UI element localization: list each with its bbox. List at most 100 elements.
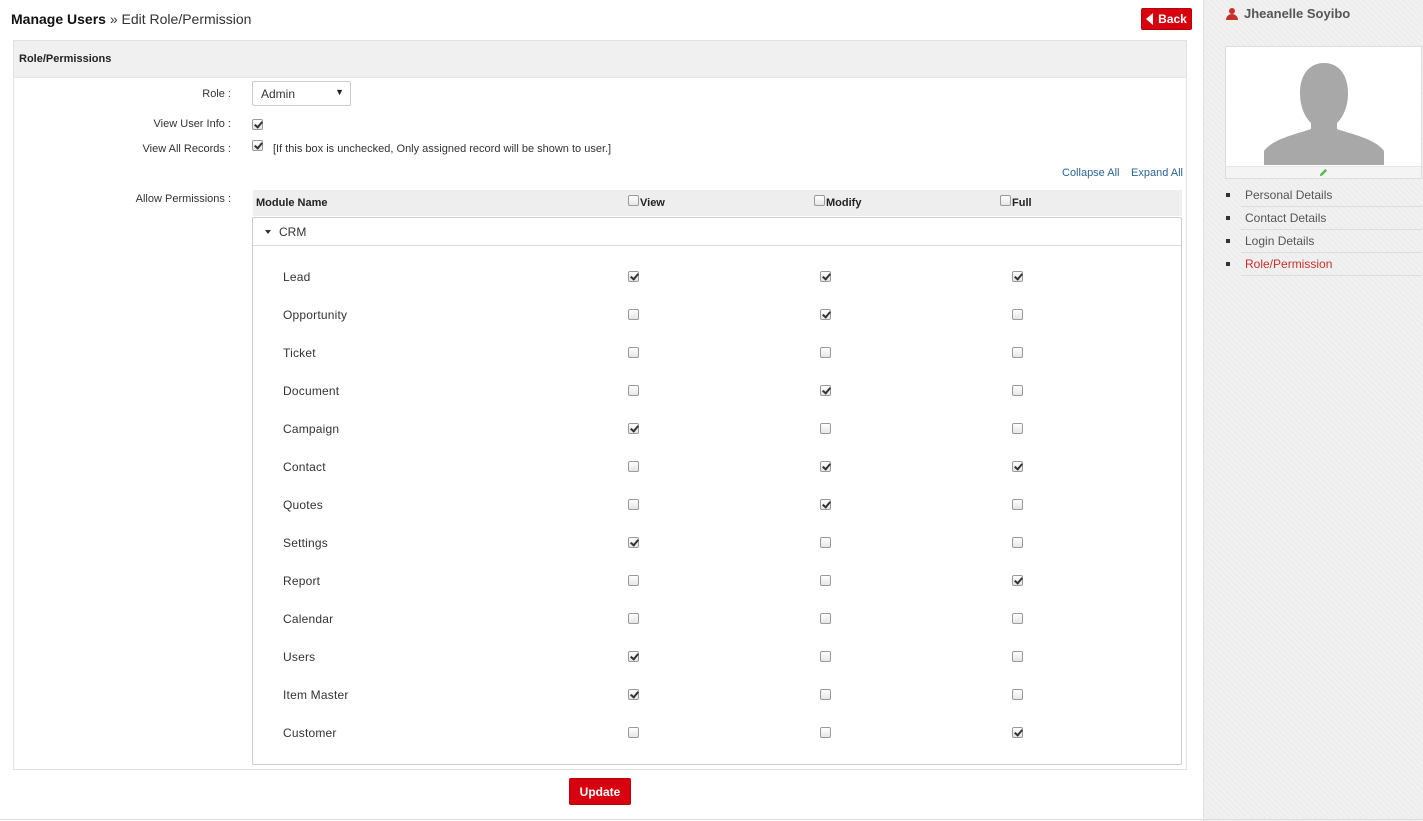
module-name: Lead	[283, 270, 311, 284]
view-user-info-label: View User Info :	[153, 118, 231, 130]
full-checkbox[interactable]	[1012, 499, 1023, 510]
module-name: Opportunity	[283, 308, 348, 322]
module-name: Settings	[283, 536, 328, 550]
full-checkbox[interactable]	[1012, 461, 1023, 472]
table-row: Ticket	[253, 334, 1181, 372]
table-row: Document	[253, 372, 1181, 410]
table-row: Item Master	[253, 676, 1181, 714]
table-row: Contact	[253, 448, 1181, 486]
view-header-label: View	[640, 197, 665, 209]
avatar	[1225, 46, 1422, 179]
crm-group-toggle[interactable]: CRM	[253, 218, 1181, 246]
view-checkbox[interactable]	[628, 423, 639, 434]
view-checkbox[interactable]	[628, 385, 639, 396]
full-checkbox[interactable]	[1012, 651, 1023, 662]
table-row: Users	[253, 638, 1181, 676]
module-name: Customer	[283, 726, 337, 740]
module-name: Report	[283, 574, 321, 588]
view-all-records-label: View All Records :	[142, 143, 231, 155]
modify-checkbox[interactable]	[820, 575, 831, 586]
modify-checkbox[interactable]	[820, 613, 831, 624]
full-checkbox[interactable]	[1012, 423, 1023, 434]
view-checkbox[interactable]	[628, 689, 639, 700]
table-row: Customer	[253, 714, 1181, 752]
view-checkbox[interactable]	[628, 347, 639, 358]
pencil-icon[interactable]	[1319, 168, 1328, 177]
view-checkbox[interactable]	[628, 271, 639, 282]
view-checkbox[interactable]	[628, 727, 639, 738]
allow-permissions-label: Allow Permissions :	[135, 193, 231, 205]
view-checkbox[interactable]	[628, 537, 639, 548]
module-name: Document	[283, 384, 340, 398]
full-header-label: Full	[1012, 197, 1032, 209]
breadcrumb-manage-users[interactable]: Manage Users	[11, 11, 106, 27]
expand-all-link[interactable]: Expand All	[1131, 167, 1183, 179]
caret-down-icon	[265, 229, 271, 234]
sidebar-item-personal-details[interactable]: Personal Details	[1225, 184, 1422, 207]
breadcrumb: Manage Users » Edit Role/Permission	[11, 11, 251, 27]
sidebar-item-login-details[interactable]: Login Details	[1225, 230, 1422, 253]
modify-checkbox[interactable]	[820, 423, 831, 434]
user-icon	[1226, 7, 1238, 20]
full-checkbox[interactable]	[1012, 613, 1023, 624]
avatar-placeholder-icon	[1264, 55, 1384, 165]
module-name: Campaign	[283, 422, 340, 436]
modify-checkbox[interactable]	[820, 461, 831, 472]
modify-checkbox[interactable]	[820, 537, 831, 548]
update-button[interactable]: Update	[569, 778, 631, 805]
view-checkbox[interactable]	[628, 499, 639, 510]
table-row: Campaign	[253, 410, 1181, 448]
full-checkbox[interactable]	[1012, 727, 1023, 738]
sidebar-nav: Personal Details Contact Details Login Det…	[1225, 184, 1422, 276]
table-row: Lead	[253, 258, 1181, 296]
table-row: Opportunity	[253, 296, 1181, 334]
full-checkbox[interactable]	[1012, 689, 1023, 700]
sidebar-user: Jheanelle Soyibo	[1226, 6, 1350, 21]
view-checkbox[interactable]	[628, 461, 639, 472]
module-name: Item Master	[283, 688, 349, 702]
full-checkbox[interactable]	[1012, 347, 1023, 358]
modify-checkbox[interactable]	[820, 271, 831, 282]
back-arrow-icon	[1146, 13, 1154, 25]
sidebar: Jheanelle Soyibo Personal Details Contact…	[1203, 0, 1423, 821]
view-checkbox[interactable]	[628, 309, 639, 320]
back-button[interactable]: Back	[1141, 8, 1192, 30]
view-all-records-note: [If this box is unchecked, Only assigned…	[273, 143, 612, 155]
module-name: Users	[283, 650, 316, 664]
view-checkbox[interactable]	[628, 613, 639, 624]
role-select-value: Admin	[261, 87, 296, 101]
breadcrumb-current: Edit Role/Permission	[121, 11, 252, 27]
view-all-records-checkbox[interactable]	[252, 140, 263, 151]
modify-checkbox[interactable]	[820, 499, 831, 510]
modify-checkbox[interactable]	[820, 689, 831, 700]
panel-title: Role/Permissions	[14, 41, 1186, 78]
modify-all-checkbox[interactable]	[814, 194, 825, 206]
crm-group-title: CRM	[279, 224, 307, 239]
full-checkbox[interactable]	[1012, 385, 1023, 396]
modify-checkbox[interactable]	[820, 651, 831, 662]
modify-header: Modify	[814, 194, 862, 209]
avatar-edit-strip	[1226, 166, 1421, 178]
modify-checkbox[interactable]	[820, 727, 831, 738]
breadcrumb-separator: »	[105, 11, 122, 27]
view-checkbox[interactable]	[628, 575, 639, 586]
full-all-checkbox[interactable]	[1000, 194, 1011, 206]
module-name-header: Module Name	[256, 197, 328, 209]
full-checkbox[interactable]	[1012, 309, 1023, 320]
modify-header-label: Modify	[826, 197, 862, 209]
sidebar-item-contact-details[interactable]: Contact Details	[1225, 207, 1422, 230]
full-checkbox[interactable]	[1012, 271, 1023, 282]
full-header: Full	[1000, 194, 1032, 209]
role-select[interactable]: Admin ▼	[252, 81, 351, 106]
full-checkbox[interactable]	[1012, 575, 1023, 586]
modify-checkbox[interactable]	[820, 385, 831, 396]
sidebar-item-role-permission[interactable]: Role/Permission	[1225, 253, 1422, 276]
view-all-checkbox[interactable]	[628, 194, 639, 206]
modify-checkbox[interactable]	[820, 309, 831, 320]
modify-checkbox[interactable]	[820, 347, 831, 358]
view-checkbox[interactable]	[628, 651, 639, 662]
chevron-down-icon: ▼	[335, 87, 344, 97]
full-checkbox[interactable]	[1012, 537, 1023, 548]
view-user-info-checkbox[interactable]	[252, 119, 263, 130]
collapse-all-link[interactable]: Collapse All	[1062, 167, 1119, 179]
